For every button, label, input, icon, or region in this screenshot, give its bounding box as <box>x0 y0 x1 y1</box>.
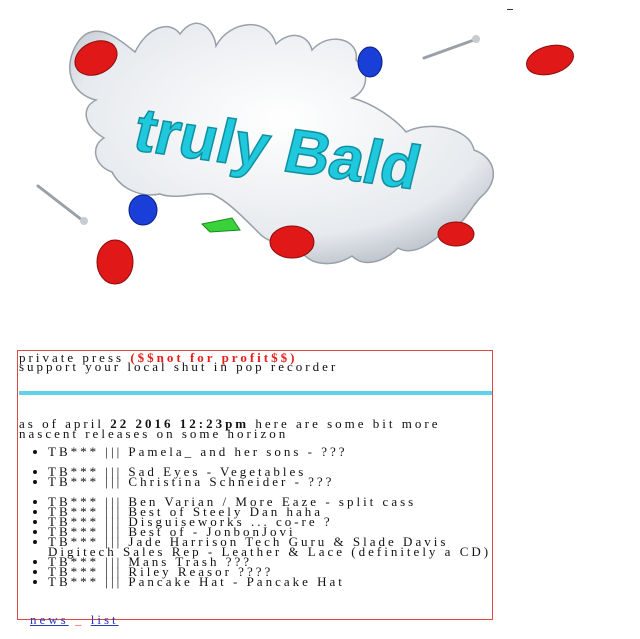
footer-separator: _ <box>74 612 85 627</box>
red-blob <box>96 239 134 285</box>
list-item: TB*** ||| Pancake Hat - Pancake Hat <box>48 575 498 588</box>
green-shape <box>200 217 241 233</box>
blue-blob <box>357 46 383 78</box>
support-line: support your local shut in pop recorder <box>19 359 339 374</box>
pin-head <box>80 217 88 225</box>
asof-line: as of april 22 2016 12:23pm here are som… <box>19 417 479 440</box>
list-item: TB*** ||| Pamela_ and her sons - ??? <box>48 445 498 458</box>
pin <box>36 184 84 222</box>
footer-nav: news _ list <box>30 612 119 628</box>
truly-bald-logo: truly Bald <box>36 22 574 285</box>
red-blob <box>437 221 475 247</box>
pin <box>422 38 476 60</box>
blue-blob <box>128 194 158 226</box>
red-blob <box>269 225 315 259</box>
cyan-divider <box>19 391 492 395</box>
release-list: TB*** ||| Pamela_ and her sons - ??? TB*… <box>30 445 498 588</box>
red-blob <box>526 44 574 76</box>
news-link[interactable]: news <box>30 612 69 627</box>
list-link[interactable]: list <box>91 612 119 627</box>
pin-head <box>472 35 480 43</box>
logo-dash <box>507 9 513 10</box>
list-item: TB*** ||| Christina Schneider - ??? <box>48 475 498 488</box>
